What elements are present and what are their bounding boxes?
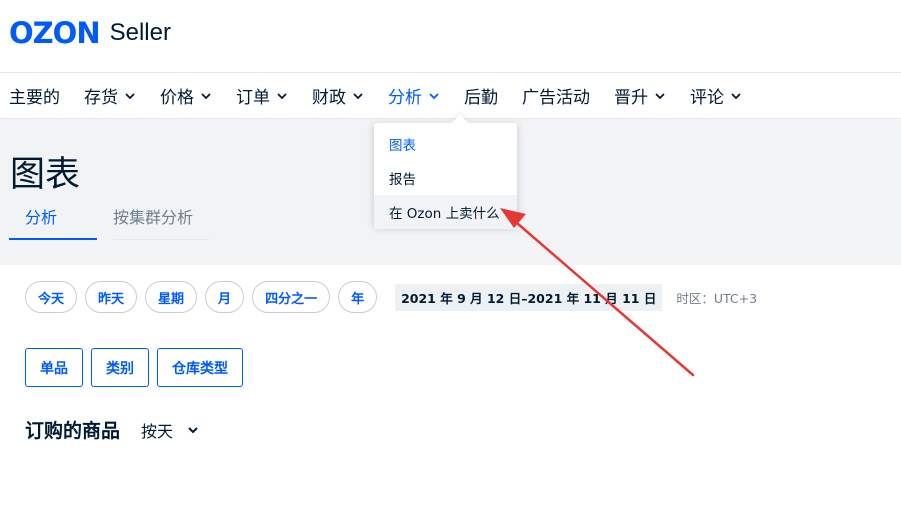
date-range-picker[interactable]: 2021 年 9 月 12 日–2021 年 11 月 11 日 (395, 283, 663, 311)
filter-buttons: 单品 类别 仓库类型 (25, 348, 251, 387)
main-nav: 主要的 存货 价格 订单 财政 分析 后勤 广告活动 晋升 评论 (0, 72, 901, 119)
nav-label: 价格 (160, 88, 194, 108)
nav-item-orders[interactable]: 订单 (236, 72, 288, 119)
logo-subtitle: Seller (109, 19, 171, 46)
period-selector: 今天 昨天 星期 月 四分之一 年 2021 年 9 月 12 日–2021 年… (25, 281, 757, 313)
menu-item-what-to-sell[interactable]: 在 Ozon 上卖什么 (374, 195, 517, 229)
chevron-down-icon (124, 90, 136, 102)
chevron-down-icon (428, 90, 440, 102)
tab-cluster-analytics[interactable]: 按集群分析 (113, 194, 210, 240)
nav-label: 主要的 (9, 88, 60, 108)
nav-label: 广告活动 (522, 88, 590, 108)
nav-label: 分析 (388, 88, 422, 108)
nav-item-reviews[interactable]: 评论 (690, 72, 742, 119)
filter-warehouse-type-button[interactable]: 仓库类型 (157, 348, 243, 387)
period-today-button[interactable]: 今天 (25, 281, 78, 313)
timezone-label: 时区：UTC+3 (676, 290, 758, 306)
group-by-value: 按天 (141, 422, 174, 441)
filter-category-button[interactable]: 类别 (91, 348, 149, 387)
header: OZON Seller (0, 0, 901, 72)
analytics-dropdown-menu: 图表 报告 在 Ozon 上卖什么 (374, 123, 517, 229)
filter-sku-button[interactable]: 单品 (25, 348, 83, 387)
ozon-seller-logo[interactable]: OZON Seller (9, 16, 171, 50)
period-year-button[interactable]: 年 (338, 281, 378, 313)
nav-item-promotion[interactable]: 晋升 (614, 72, 666, 119)
page-title: 图表 (10, 155, 81, 195)
period-yesterday-button[interactable]: 昨天 (85, 281, 138, 313)
group-by-select[interactable]: 按天 (141, 418, 199, 442)
period-week-button[interactable]: 星期 (145, 281, 198, 313)
nav-item-inventory[interactable]: 存货 (84, 72, 136, 119)
nav-item-logistics[interactable]: 后勤 (464, 72, 498, 119)
chevron-down-icon (654, 90, 666, 102)
nav-label: 存货 (84, 88, 118, 108)
logo-mark: OZON (9, 16, 101, 50)
menu-item-charts[interactable]: 图表 (374, 127, 517, 161)
nav-item-finance[interactable]: 财政 (312, 72, 364, 119)
tab-analytics[interactable]: 分析 (9, 194, 97, 240)
period-month-button[interactable]: 月 (205, 281, 245, 313)
nav-item-prices[interactable]: 价格 (160, 72, 212, 119)
period-quarter-button[interactable]: 四分之一 (252, 281, 331, 313)
menu-item-reports[interactable]: 报告 (374, 161, 517, 195)
nav-label: 订单 (236, 88, 270, 108)
section-title: 订购的商品 (25, 420, 121, 442)
nav-label: 晋升 (614, 88, 648, 108)
nav-label: 财政 (312, 88, 346, 108)
nav-item-ad-campaigns[interactable]: 广告活动 (522, 72, 590, 119)
chevron-down-icon (187, 424, 199, 436)
nav-label: 评论 (690, 88, 724, 108)
nav-item-analytics[interactable]: 分析 (388, 72, 440, 119)
chevron-down-icon (276, 90, 288, 102)
nav-label: 后勤 (464, 88, 498, 108)
analytics-tabs: 分析 按集群分析 (9, 194, 210, 240)
chevron-down-icon (352, 90, 364, 102)
chevron-down-icon (730, 90, 742, 102)
nav-item-main[interactable]: 主要的 (9, 72, 60, 119)
chevron-down-icon (200, 90, 212, 102)
